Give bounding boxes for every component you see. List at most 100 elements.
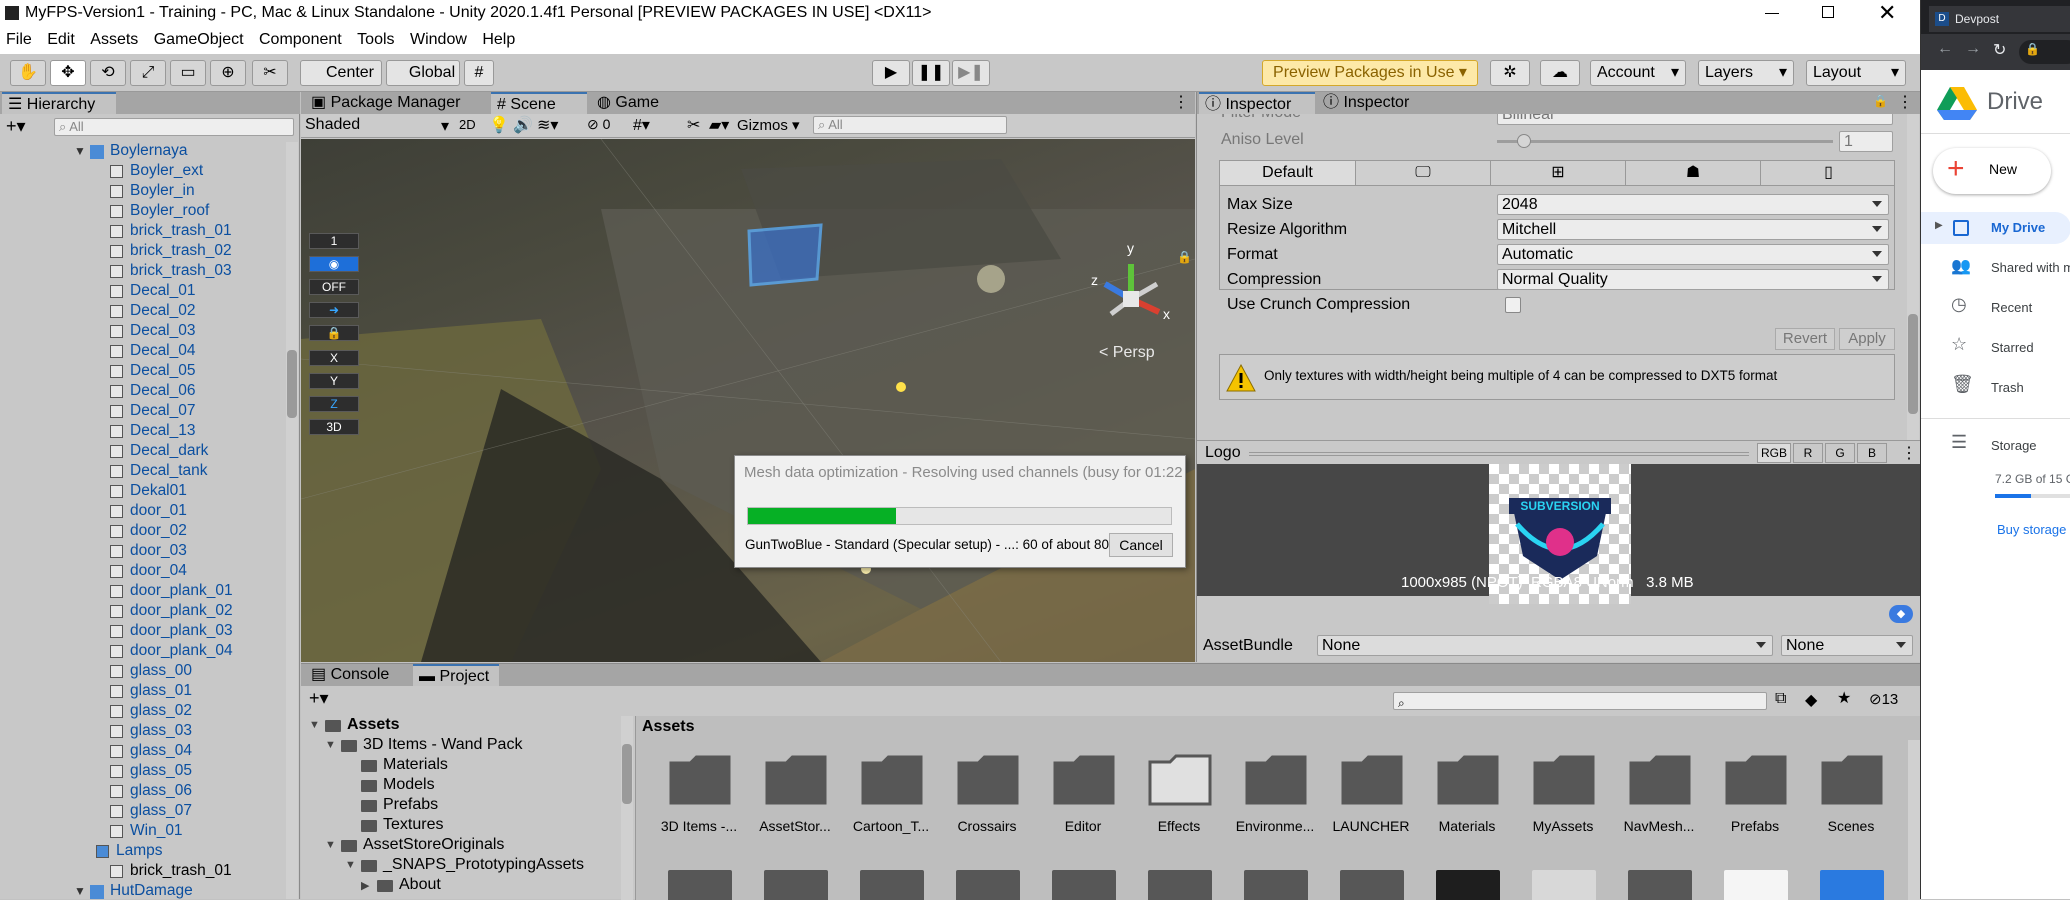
project-tree-scroll-thumb[interactable]	[622, 744, 632, 804]
tab-hierarchy[interactable]: ☰ Hierarchy	[2, 92, 116, 114]
menu-file[interactable]: File	[0, 28, 37, 49]
expand-arrow-icon[interactable]: ▼	[345, 859, 356, 871]
effects-toggle-icon[interactable]: ≋▾	[537, 115, 558, 135]
gizmos-dropdown[interactable]: Gizmos ▾	[737, 116, 800, 134]
platform-tab-ios[interactable]: ▯	[1761, 161, 1896, 185]
tab-project[interactable]: ▬ Project	[413, 664, 499, 686]
move-tool-button[interactable]: ✥	[50, 60, 86, 86]
layout-dropdown[interactable]: Layout ▾	[1806, 60, 1906, 86]
menu-assets[interactable]: Assets	[84, 28, 143, 49]
orientation-gizmo[interactable]: y z x < Persp	[1091, 240, 1191, 364]
asset-tile[interactable]	[1724, 870, 1788, 900]
tab-inspector-2[interactable]: ⓘ Inspector	[1317, 92, 1433, 114]
hierarchy-search-input[interactable]: ⌕ All	[54, 118, 294, 136]
filter-by-label-icon[interactable]: ◆	[1805, 690, 1817, 710]
asset-folder[interactable]: Prefabs	[1710, 740, 1802, 844]
assetbundle-variant-dropdown[interactable]: None	[1781, 635, 1913, 656]
rotate-tool-button[interactable]: ⟲	[90, 60, 126, 86]
view-visibility-toggle[interactable]: ◉	[309, 256, 359, 272]
asset-tile[interactable]	[1244, 870, 1308, 900]
aniso-slider[interactable]	[1497, 134, 1833, 148]
asset-folder[interactable]: NavMesh...	[1614, 740, 1706, 844]
lock-icon[interactable]: 🔒	[1873, 94, 1888, 108]
asset-tile[interactable]	[764, 870, 828, 900]
asset-tile[interactable]	[860, 870, 924, 900]
menu-edit[interactable]: Edit	[41, 28, 80, 49]
grid-snap-button[interactable]: #	[464, 60, 494, 86]
step-button[interactable]: ▶❚	[952, 60, 990, 86]
browser-tab[interactable]: D Devpost	[1929, 6, 2070, 32]
preview-packages-button[interactable]: Preview Packages in Use ▾	[1262, 60, 1478, 86]
asset-tile[interactable]	[1052, 870, 1116, 900]
reload-icon[interactable]: ↻	[1993, 40, 2006, 60]
asset-tile[interactable]	[1148, 870, 1212, 900]
asset-folder[interactable]: Effects	[1134, 740, 1226, 844]
grid-toggle-icon[interactable]: #▾	[633, 115, 650, 135]
cloud-button[interactable]: ☁	[1540, 60, 1580, 86]
menu-tools[interactable]: Tools	[351, 28, 399, 49]
collab-button[interactable]: ✲	[1490, 60, 1530, 86]
minimize-icon[interactable]	[1765, 13, 1779, 14]
close-icon[interactable]: ✕	[1878, 0, 1896, 26]
tab-scene[interactable]: # Scene	[491, 92, 587, 114]
inspector-scrollbar[interactable]	[1907, 114, 1919, 440]
pause-button[interactable]: ❚❚	[912, 60, 950, 86]
snap-lock-toggle[interactable]: 🔒	[309, 325, 359, 341]
snap-z-toggle[interactable]: Z	[309, 396, 359, 412]
channel-b-button[interactable]: B	[1857, 443, 1887, 463]
favorite-star-icon[interactable]: ★	[1837, 688, 1851, 708]
snap-off-toggle[interactable]: OFF	[309, 279, 359, 295]
snap-3d-toggle[interactable]: 3D	[309, 419, 359, 435]
more-menu-icon[interactable]: ⋮	[1901, 443, 1917, 463]
account-dropdown[interactable]: Account ▾	[1590, 60, 1686, 86]
snap-move-toggle[interactable]: ➜	[309, 302, 359, 318]
crunch-compression-checkbox[interactable]	[1505, 297, 1521, 313]
project-tree-scrollbar[interactable]	[621, 716, 633, 900]
asset-folder[interactable]: AssetStor...	[750, 740, 842, 844]
format-dropdown[interactable]: Automatic	[1497, 244, 1889, 265]
drive-nav-starred[interactable]: ☆ Starred	[1921, 332, 2070, 362]
apply-button[interactable]: Apply	[1839, 328, 1895, 350]
drive-nav-shared[interactable]: 👥 Shared with me	[1921, 252, 2070, 282]
menu-window[interactable]: Window	[404, 28, 472, 49]
drive-new-button[interactable]: + New	[1933, 148, 2051, 194]
lighting-toggle-icon[interactable]: 💡	[489, 115, 509, 135]
asset-folder[interactable]: MyAssets	[1518, 740, 1610, 844]
expand-arrow-icon[interactable]: ▼	[325, 839, 336, 851]
hierarchy-scroll-thumb[interactable]	[287, 350, 297, 418]
asset-tile[interactable]	[1628, 870, 1692, 900]
custom-tool-button[interactable]: ✂	[252, 60, 288, 86]
play-button[interactable]: ▶	[872, 60, 910, 86]
asset-folder[interactable]: Environme...	[1230, 740, 1322, 844]
hierarchy-add-button[interactable]: +▾	[6, 116, 26, 137]
revert-button[interactable]: Revert	[1775, 328, 1835, 350]
hidden-objects-toggle[interactable]: ⊘ 0	[587, 116, 610, 133]
menu-component[interactable]: Component	[253, 28, 347, 49]
asset-tile[interactable]	[1436, 870, 1500, 900]
scene-viewport[interactable]	[301, 139, 1195, 662]
platform-tab-standalone[interactable]: 🖵	[1356, 161, 1491, 185]
platform-tab-default[interactable]: Default	[1220, 161, 1356, 185]
snap-x-toggle[interactable]: X	[309, 350, 359, 366]
rect-tool-button[interactable]: ▭	[170, 60, 206, 86]
preview-drag-handle[interactable]	[1249, 452, 1749, 456]
snap-y-toggle[interactable]: Y	[309, 373, 359, 389]
cancel-button[interactable]: Cancel	[1109, 533, 1173, 557]
aniso-slider-thumb[interactable]	[1517, 134, 1531, 148]
address-bar[interactable]: 🔒	[2019, 40, 2070, 64]
shading-mode-dropdown[interactable]: Shaded ▾	[305, 116, 451, 135]
persp-label[interactable]: < Persp	[1099, 344, 1155, 362]
menu-gameobject[interactable]: GameObject	[148, 28, 249, 49]
layers-dropdown[interactable]: Layers ▾	[1698, 60, 1794, 86]
filter-by-type-icon[interactable]: ⧉	[1775, 690, 1786, 708]
back-icon[interactable]: ←	[1937, 40, 1953, 58]
aniso-level-input[interactable]: 1	[1839, 131, 1893, 152]
asset-tile[interactable]	[668, 870, 732, 900]
filter-mode-dropdown[interactable]: Bilinear	[1497, 114, 1893, 125]
camera-icon[interactable]: ▰▾	[709, 115, 729, 135]
asset-folder[interactable]: Editor	[1038, 740, 1130, 844]
transform-tool-button[interactable]: ⊕	[210, 60, 246, 86]
asset-folder[interactable]: 3D Items -...	[654, 740, 746, 844]
asset-tile[interactable]	[1340, 870, 1404, 900]
project-add-button[interactable]: +▾	[309, 688, 329, 709]
